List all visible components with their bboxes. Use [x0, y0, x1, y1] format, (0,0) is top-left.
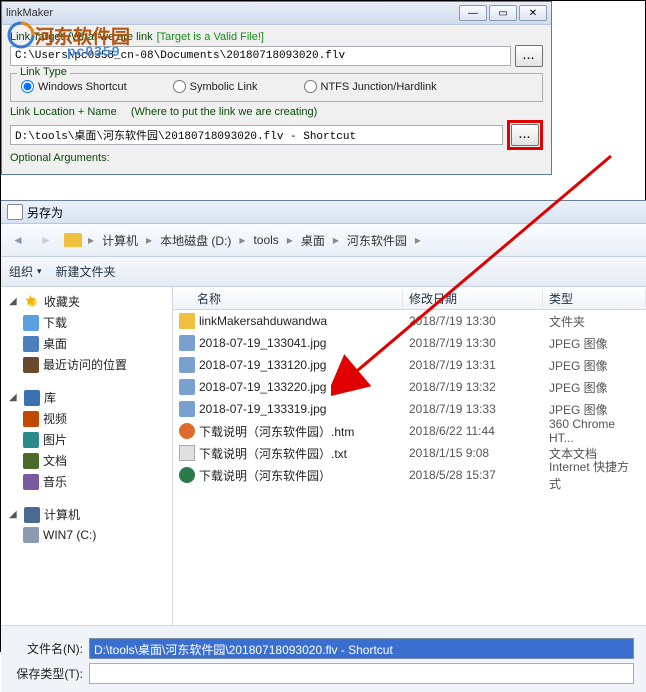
- optional-args-label: Optional Arguments:: [10, 152, 110, 164]
- video-icon: [23, 411, 39, 427]
- link-location-input[interactable]: [10, 125, 503, 145]
- toolbar: 组织▾ 新建文件夹: [1, 257, 646, 287]
- sidebar-item-pictures[interactable]: 图片: [5, 429, 168, 450]
- recent-icon: [23, 357, 39, 373]
- drive-icon: [23, 527, 39, 543]
- sidebar-item-videos[interactable]: 视频: [5, 408, 168, 429]
- jpg-icon: [179, 335, 195, 351]
- close-button[interactable]: ✕: [519, 5, 547, 21]
- file-row[interactable]: 2018-07-19_133120.jpg2018/7/19 13:31JPEG…: [173, 354, 646, 376]
- organize-button[interactable]: 组织▾: [9, 263, 42, 280]
- sidebar-item-recent[interactable]: 最近访问的位置: [5, 354, 168, 375]
- linkmaker-titlebar[interactable]: linkMaker — ▭ ✕: [2, 2, 551, 25]
- jpg-icon: [179, 401, 195, 417]
- link-location-label: Link Location + Name: [10, 106, 117, 118]
- radio-ntfs-junction[interactable]: NTFS Junction/Hardlink: [304, 80, 437, 93]
- link-type-label: Link Type: [17, 66, 70, 78]
- filename-label: 文件名(N):: [13, 640, 89, 657]
- dialog-icon: [7, 204, 23, 220]
- computer-icon: [24, 507, 40, 523]
- file-row[interactable]: 2018-07-19_133041.jpg2018/7/19 13:30JPEG…: [173, 332, 646, 354]
- sidebar-item-documents[interactable]: 文档: [5, 450, 168, 471]
- window-title: linkMaker: [6, 7, 457, 19]
- sidebar-item-desktop[interactable]: 桌面: [5, 333, 168, 354]
- new-folder-button[interactable]: 新建文件夹: [56, 263, 116, 280]
- col-name[interactable]: 名称: [173, 290, 403, 307]
- star-icon: [24, 294, 40, 310]
- file-row[interactable]: 2018-07-19_133220.jpg2018/7/19 13:32JPEG…: [173, 376, 646, 398]
- folder-icon: [179, 313, 195, 329]
- nav-bar: ◄ ► ▸计算机 ▸本地磁盘 (D:) ▸tools ▸桌面 ▸河东软件园 ▸: [1, 224, 646, 257]
- sidebar-computer[interactable]: ◢计算机: [5, 504, 168, 525]
- save-as-window: 另存为 ◄ ► ▸计算机 ▸本地磁盘 (D:) ▸tools ▸桌面 ▸河东软件…: [1, 200, 646, 692]
- highlight-box: ...: [507, 120, 543, 150]
- htm-icon: [179, 423, 195, 439]
- sidebar: ◢收藏夹 下载 桌面 最近访问的位置 ◢库 视频 图片 文档 音乐 ◢计算机 W…: [1, 287, 173, 625]
- browse-target-button[interactable]: ...: [515, 45, 543, 67]
- link-location-hint: (Where to put the link we are creating): [131, 106, 317, 118]
- sidebar-libraries[interactable]: ◢库: [5, 387, 168, 408]
- filetype-select[interactable]: [89, 663, 634, 684]
- sidebar-item-music[interactable]: 音乐: [5, 471, 168, 492]
- music-icon: [23, 474, 39, 490]
- txt-icon: [179, 445, 195, 461]
- breadcrumb[interactable]: ▸计算机 ▸本地磁盘 (D:) ▸tools ▸桌面 ▸河东软件园 ▸: [85, 230, 424, 251]
- filename-input[interactable]: D:\tools\桌面\河东软件园\20180718093020.flv - S…: [89, 638, 634, 659]
- document-icon: [23, 453, 39, 469]
- link-target-label: Link Target: [10, 31, 64, 43]
- filetype-label: 保存类型(T):: [13, 665, 89, 682]
- back-button[interactable]: ◄: [5, 228, 31, 252]
- save-as-title: 另存为: [27, 204, 63, 221]
- jpg-icon: [179, 357, 195, 373]
- picture-icon: [23, 432, 39, 448]
- desktop-icon: [23, 336, 39, 352]
- radio-windows-shortcut[interactable]: Windows Shortcut: [21, 80, 127, 93]
- file-row[interactable]: 下载说明（河东软件园）2018/5/28 15:37Internet 快捷方式: [173, 464, 646, 486]
- sidebar-item-drive-c[interactable]: WIN7 (C:): [5, 525, 168, 545]
- minimize-button[interactable]: —: [459, 5, 487, 21]
- file-row[interactable]: 下载说明（河东软件园）.htm2018/6/22 11:44360 Chrome…: [173, 420, 646, 442]
- save-as-bottom: 文件名(N): D:\tools\桌面\河东软件园\20180718093020…: [1, 625, 646, 692]
- maximize-button[interactable]: ▭: [489, 5, 517, 21]
- folder-icon: [64, 233, 82, 247]
- download-icon: [23, 315, 39, 331]
- link-type-group: Link Type Windows Shortcut Symbolic Link…: [10, 73, 543, 102]
- radio-symbolic-link[interactable]: Symbolic Link: [173, 80, 258, 93]
- library-icon: [24, 390, 40, 406]
- column-headers[interactable]: 名称 修改日期 类型: [173, 287, 646, 310]
- jpg-icon: [179, 379, 195, 395]
- linkmaker-window: linkMaker — ▭ ✕ Link Target (What we are…: [1, 1, 552, 175]
- col-type[interactable]: 类型: [543, 290, 646, 307]
- url-icon: [179, 467, 195, 483]
- file-list: 名称 修改日期 类型 linkMakersahduwandwa2018/7/19…: [173, 287, 646, 625]
- file-row[interactable]: linkMakersahduwandwa2018/7/19 13:30文件夹: [173, 310, 646, 332]
- sidebar-item-downloads[interactable]: 下载: [5, 312, 168, 333]
- target-valid-status: [Target is a Valid File!]: [157, 31, 264, 43]
- col-date[interactable]: 修改日期: [403, 290, 543, 307]
- link-target-input[interactable]: [10, 46, 511, 66]
- forward-button[interactable]: ►: [33, 228, 59, 252]
- sidebar-favorites[interactable]: ◢收藏夹: [5, 291, 168, 312]
- browse-location-button[interactable]: ...: [511, 124, 539, 146]
- save-as-titlebar[interactable]: 另存为: [1, 201, 646, 224]
- link-target-hint: (What we are link: [68, 31, 153, 43]
